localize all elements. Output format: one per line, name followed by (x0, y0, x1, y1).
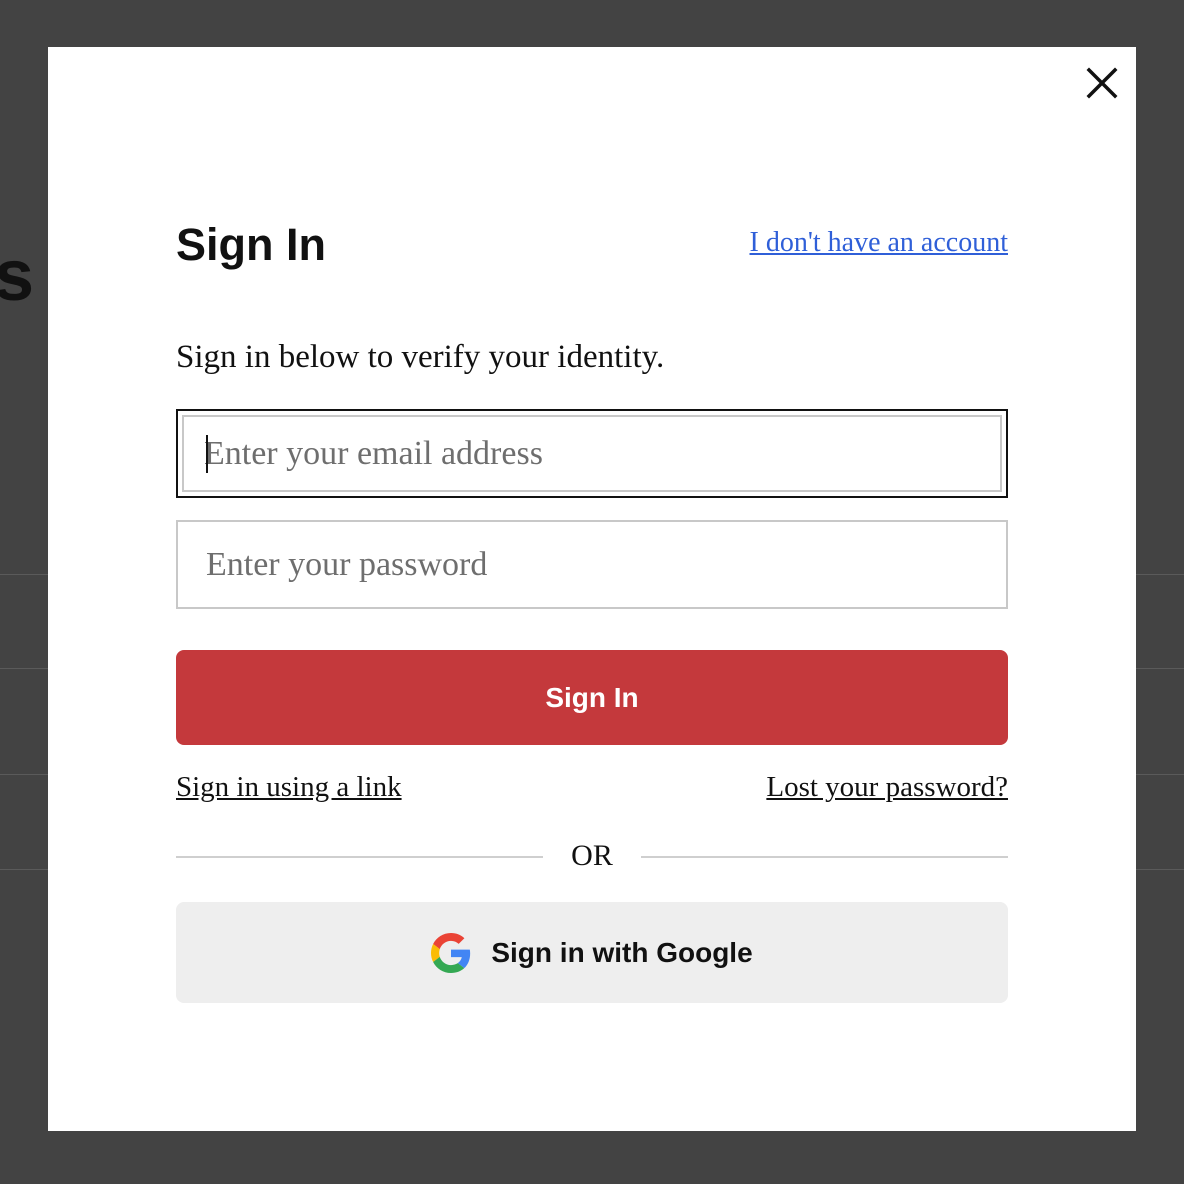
divider-line (641, 856, 1008, 858)
google-sign-in-label: Sign in with Google (491, 936, 753, 968)
lost-password-link[interactable]: Lost your password? (766, 769, 1008, 805)
or-divider: OR (176, 836, 1008, 876)
create-account-link[interactable]: I don't have an account (750, 225, 1009, 261)
close-button[interactable] (1084, 65, 1120, 101)
modal-subtitle: Sign in below to verify your identity. (176, 339, 665, 375)
sign-in-with-link-link[interactable]: Sign in using a link (176, 769, 402, 805)
password-field[interactable] (176, 520, 1008, 609)
email-field-wrapper (176, 409, 1008, 498)
background-heading-fragment: s (0, 236, 35, 316)
text-cursor (206, 435, 208, 473)
google-sign-in-button[interactable]: Sign in with Google (176, 902, 1008, 1003)
sign-in-button[interactable]: Sign In (176, 650, 1008, 745)
modal-title: Sign In (176, 219, 326, 270)
sign-in-modal: Sign In I don't have an account Sign in … (48, 47, 1136, 1131)
close-icon (1086, 67, 1118, 99)
google-icon (431, 932, 471, 973)
email-field[interactable] (182, 415, 1002, 492)
password-field-wrapper (176, 520, 1008, 609)
